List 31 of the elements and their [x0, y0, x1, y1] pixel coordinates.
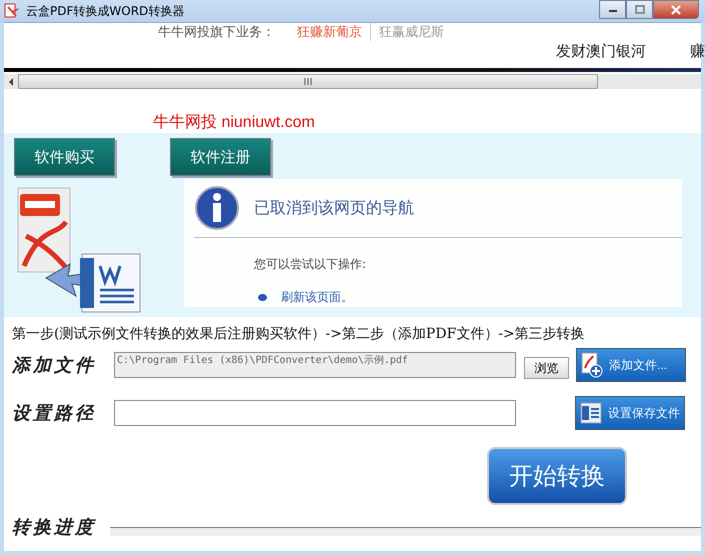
field-label: 添加文件	[10, 354, 97, 377]
document-icon	[580, 402, 602, 424]
site-name: 牛牛网投 niuniuwt.com	[152, 112, 316, 134]
maximize-button[interactable]	[626, 0, 653, 19]
close-button[interactable]	[653, 0, 699, 19]
field-label: 设置路径	[11, 402, 97, 425]
business-label: 牛牛网投旗下业务：	[158, 24, 275, 42]
scroll-left-icon[interactable]	[8, 78, 14, 86]
refresh-link[interactable]: 刷新该页面。	[281, 289, 353, 306]
register-button[interactable]: 软件注册	[170, 138, 271, 176]
buy-button[interactable]: 软件购买	[14, 138, 115, 176]
minimize-button[interactable]	[599, 0, 626, 19]
grip-icon	[304, 78, 312, 86]
error-hint: 您可以尝试以下操作:	[254, 256, 368, 273]
info-icon	[194, 185, 240, 231]
start-button[interactable]: 开始转换	[487, 447, 627, 505]
progress-label: 转换进度	[11, 516, 97, 539]
window-title: 云盒PDF转换成WORD转换器	[26, 2, 186, 20]
steps-text: 第一步(测试示例文件转换的效果后注册购买软件）->第二步（添加PDF文件）->第三步转换	[11, 325, 586, 343]
path-field[interactable]	[114, 400, 516, 426]
add-pdf-icon	[581, 352, 603, 378]
error-title: 已取消到该网页的导航	[254, 198, 414, 218]
maximize-icon	[634, 5, 644, 14]
horizontal-scrollbar[interactable]	[4, 74, 701, 90]
business-link[interactable]: 狂赚新葡京	[289, 23, 371, 42]
app-icon	[4, 3, 20, 19]
ad-link[interactable]: 赚	[690, 42, 705, 58]
close-icon	[671, 4, 681, 14]
ad-link[interactable]: 发财澳门银河	[556, 42, 646, 58]
save-file-button[interactable]: 设置保存文件	[575, 396, 685, 430]
bullet-icon	[258, 294, 267, 301]
